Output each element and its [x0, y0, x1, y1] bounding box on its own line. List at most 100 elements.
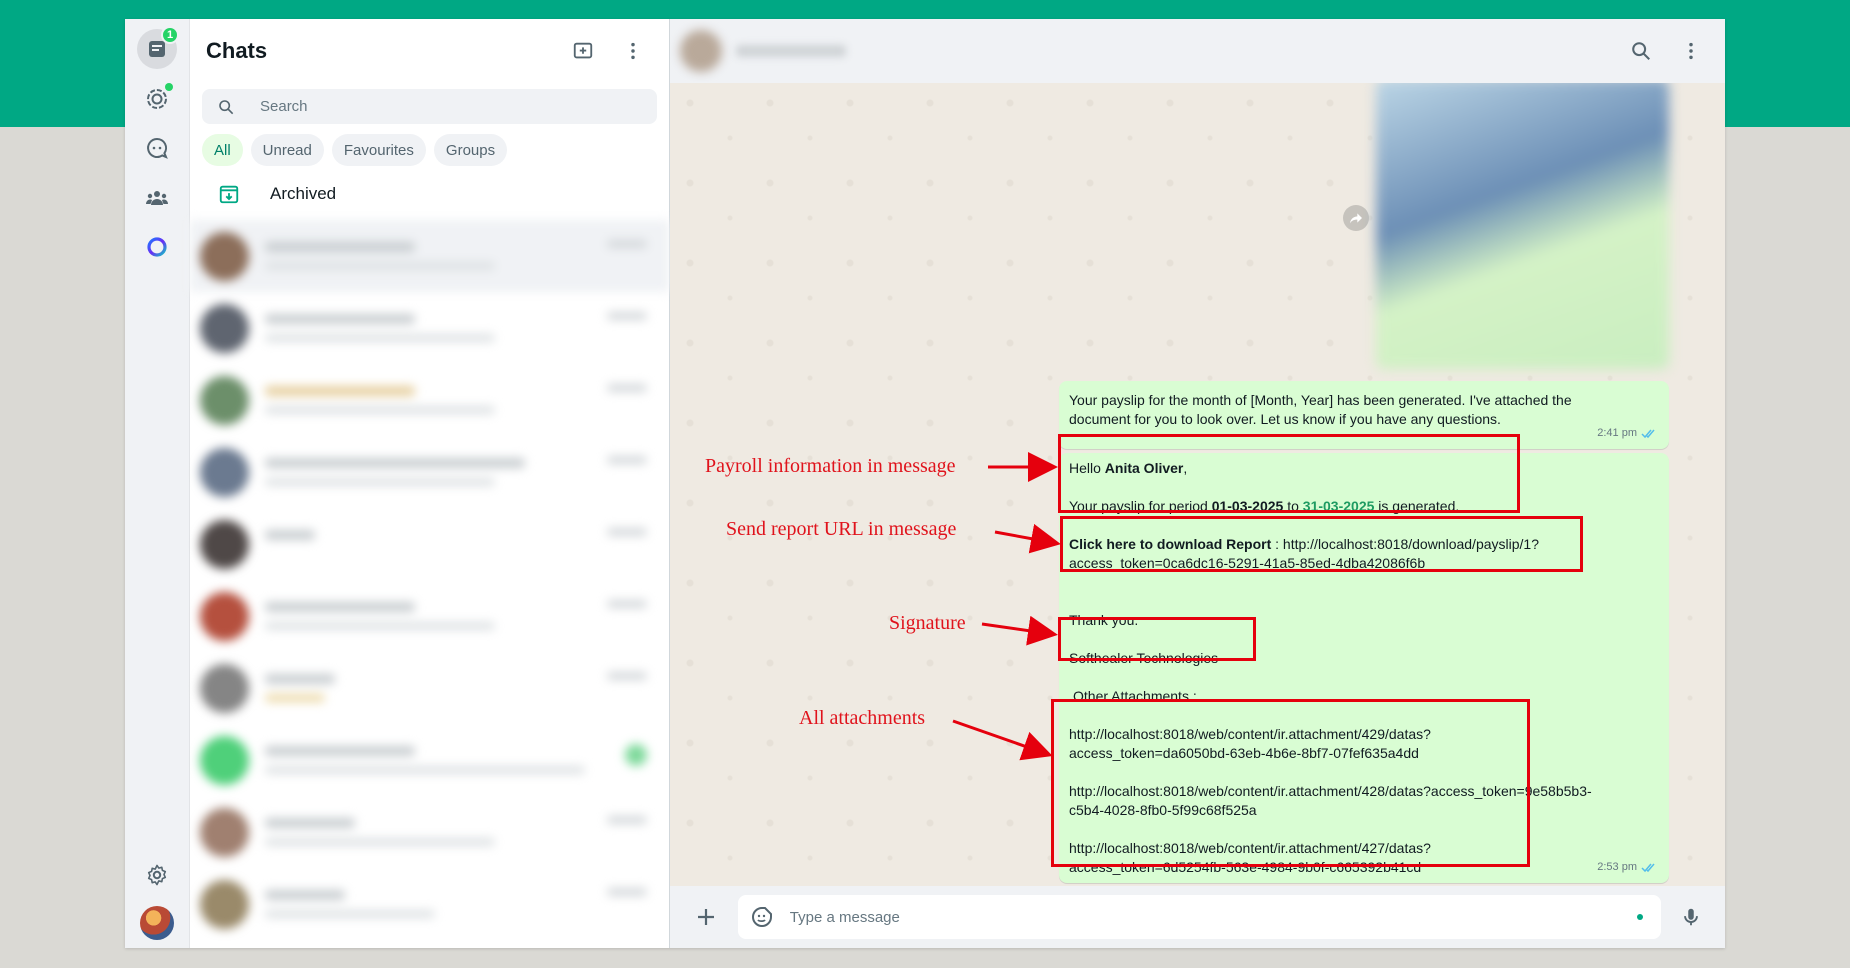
channels-nav-button[interactable] [137, 128, 177, 168]
chat-list-header: Chats [190, 19, 669, 83]
search-icon [219, 99, 234, 114]
period-line: Your payslip for period 01-03-2025 to 31… [1069, 497, 1459, 516]
whatsapp-window: 1 Chats Search All Unread Favourites Gro… [125, 19, 1725, 948]
sticker-emoji-icon[interactable] [750, 905, 774, 929]
period-suffix: is generated. [1374, 498, 1460, 514]
greeting-line: Hello Anita Oliver, [1069, 459, 1187, 478]
chat-avatar [200, 807, 249, 857]
status-nav-button[interactable] [137, 79, 177, 119]
period-to: 31-03-2025 [1302, 498, 1375, 514]
communities-icon [146, 191, 168, 205]
kebab-menu-icon [1689, 42, 1693, 60]
new-chat-icon [573, 42, 593, 59]
chat-avatar [200, 519, 249, 569]
attachment-link-cont[interactable]: access_token=6d5254fb-563e-4984-9b0f-c66… [1069, 858, 1421, 877]
plus-icon [697, 909, 714, 925]
message-meta: 2:53 pm [1597, 858, 1657, 877]
contact-avatar[interactable] [680, 30, 722, 72]
search-input[interactable] [260, 98, 610, 115]
other-attachments-label: Other Attachments : [1073, 688, 1197, 704]
chat-avatar [200, 663, 249, 713]
nav-rail: 1 [125, 19, 190, 948]
status-icon [147, 89, 167, 109]
chat-avatar [200, 303, 249, 353]
attachment-link[interactable]: http://localhost:8018/web/content/ir.att… [1069, 839, 1431, 858]
chat-list-item[interactable] [190, 292, 669, 364]
greeting-comma: , [1183, 460, 1188, 476]
chat-list-item[interactable] [190, 436, 669, 508]
conversation-menu-button[interactable] [1671, 31, 1711, 71]
meta-ai-nav-button[interactable] [137, 227, 177, 267]
period-to-word: to [1283, 498, 1303, 514]
chat-list-item[interactable] [190, 652, 669, 724]
outgoing-message: Your payslip for the month of [Month, Ye… [1059, 381, 1669, 449]
chat-list-item[interactable] [190, 724, 669, 796]
chat-avatar [200, 879, 249, 929]
chat-filters: All Unread Favourites Groups [190, 124, 669, 166]
chat-list [190, 220, 669, 940]
forward-icon [1350, 213, 1362, 224]
double-check-icon [1641, 863, 1655, 873]
download-line[interactable]: Click here to download Report : http://l… [1069, 535, 1539, 554]
chat-list-menu-button[interactable] [613, 31, 653, 71]
search-icon [1632, 42, 1650, 60]
attachment-link[interactable]: http://localhost:8018/web/content/ir.att… [1069, 782, 1592, 801]
search-bar [202, 89, 657, 124]
attach-button[interactable] [686, 897, 726, 937]
period-from: 01-03-2025 [1211, 498, 1284, 514]
chat-avatar [200, 375, 249, 425]
chats-nav-button[interactable]: 1 [137, 26, 179, 69]
message-time: 2:41 pm [1597, 427, 1637, 439]
communities-nav-button[interactable] [137, 178, 177, 218]
attachment-link-cont[interactable]: access_token=da6050bd-63eb-4b6e-8bf7-07f… [1069, 744, 1419, 763]
kebab-menu-icon [631, 42, 635, 60]
voice-message-button[interactable] [1671, 897, 1711, 937]
contact-name[interactable] [736, 45, 846, 57]
settings-nav-button[interactable] [137, 855, 177, 895]
attachment-link-cont[interactable]: c5b4-4028-8fb0-5f99c68f525a [1069, 801, 1257, 820]
download-url[interactable]: : http://localhost:8018/download/payslip… [1271, 536, 1539, 552]
chat-list-panel: Chats All Unread Favourites Groups Archi… [190, 19, 670, 948]
filter-unread[interactable]: Unread [250, 134, 324, 166]
status-dot [165, 83, 173, 91]
settings-gear-icon [147, 864, 167, 886]
message-time: 2:53 pm [1597, 861, 1637, 873]
filter-groups[interactable]: Groups [433, 134, 508, 166]
chat-list-item[interactable] [190, 220, 669, 292]
download-url-cont[interactable]: access_token=0ca6dc16-5291-41a5-85ed-4db… [1069, 554, 1425, 573]
meta-ai-dot [1637, 914, 1644, 920]
image-message[interactable] [1376, 79, 1669, 369]
chat-list-item[interactable] [190, 796, 669, 868]
conversation-search-button[interactable] [1621, 31, 1661, 71]
attachment-link[interactable]: http://localhost:8018/web/content/ir.att… [1069, 725, 1431, 744]
meta-ai-icon [147, 237, 167, 257]
filter-favourites[interactable]: Favourites [331, 134, 426, 166]
filter-all[interactable]: All [202, 134, 243, 166]
new-chat-button[interactable] [563, 31, 603, 71]
chat-avatar [200, 591, 249, 641]
message-input[interactable] [789, 908, 1490, 926]
period-prefix: Your payslip for period [1069, 498, 1212, 514]
forward-button[interactable] [1343, 205, 1369, 231]
greeting-text: Hello [1069, 460, 1105, 476]
message-composer [670, 886, 1725, 948]
profile-nav-button[interactable] [137, 903, 177, 943]
microphone-icon [1684, 908, 1698, 926]
chat-list-title: Chats [206, 38, 268, 63]
archived-row[interactable]: Archived [190, 168, 669, 220]
channels-icon [147, 137, 168, 159]
thanks-line: Thank you. [1069, 612, 1139, 628]
message-meta: 2:41 pm [1597, 424, 1657, 443]
chat-list-item[interactable] [190, 508, 669, 580]
signature-line: Softhealer Technologies [1069, 650, 1219, 666]
conversation-header [670, 19, 1725, 83]
conversation-panel: Your payslip for the month of [Month, Ye… [670, 19, 1725, 948]
message-text-line: document for you to look over. Let us kn… [1069, 411, 1501, 427]
archive-icon [219, 185, 239, 204]
message-input-box [737, 895, 1662, 939]
chat-list-item[interactable] [190, 580, 669, 652]
double-check-icon [1641, 429, 1655, 439]
chat-list-item[interactable] [190, 868, 669, 940]
chat-list-item[interactable] [190, 364, 669, 436]
archived-label: Archived [270, 184, 337, 203]
